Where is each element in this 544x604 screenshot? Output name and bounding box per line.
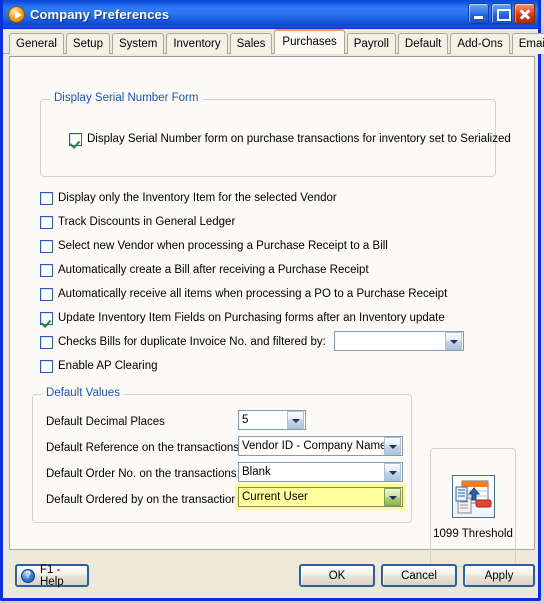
preferences-tabstrip: General Setup System Inventory Sales Pur… — [3, 29, 544, 54]
display-serial-number-form-label: Display Serial Number form on purchase t… — [87, 133, 511, 145]
company-preferences-window: Company Preferences General Setup System… — [0, 0, 544, 601]
checkbox-row-track-discounts[interactable]: Track Discounts in General Ledger — [40, 216, 235, 229]
chevron-down-icon[interactable] — [384, 463, 401, 481]
threshold-panel: 1099 Threshold — [430, 448, 516, 567]
auto-receive-all-items-checkbox[interactable] — [40, 288, 53, 301]
tab-system[interactable]: System — [111, 33, 165, 54]
apply-button[interactable]: Apply — [463, 564, 535, 587]
default-values-group-legend: Default Values — [42, 387, 124, 399]
default-order-no-label: Default Order No. on the transactions — [46, 468, 237, 480]
display-serial-number-form-checkbox[interactable] — [69, 133, 82, 146]
default-order-no-value: Blank — [242, 466, 271, 478]
check-duplicate-invoice-checkbox[interactable] — [40, 336, 53, 349]
select-new-vendor-label: Select new Vendor when processing a Purc… — [58, 240, 388, 252]
default-reference-label: Default Reference on the transactions — [46, 442, 240, 454]
default-decimal-places-label: Default Decimal Places — [46, 416, 165, 428]
checkbox-row-check-duplicate-invoice[interactable]: Checks Bills for duplicate Invoice No. a… — [40, 336, 326, 349]
tab-purchases[interactable]: Purchases — [274, 29, 345, 54]
display-only-inventory-item-checkbox[interactable] — [40, 192, 53, 205]
update-inventory-item-fields-label: Update Inventory Item Fields on Purchasi… — [58, 312, 445, 324]
window-titlebar: Company Preferences — [3, 0, 538, 29]
purchases-tab-panel: Display Serial Number Form Display Seria… — [9, 56, 535, 567]
serial-number-group-legend: Display Serial Number Form — [50, 92, 203, 104]
tab-add-ons[interactable]: Add-Ons — [450, 33, 510, 54]
auto-create-bill-label: Automatically create a Bill after receiv… — [58, 264, 369, 276]
play-circle-icon — [8, 5, 25, 23]
cancel-button-label: Cancel — [401, 569, 437, 582]
default-reference-combobox[interactable]: Vendor ID - Company Name — [238, 436, 403, 456]
checkbox-row-display-only-inventory-item[interactable]: Display only the Inventory Item for the … — [40, 192, 337, 205]
default-ordered-by-label: Default Ordered by on the transactions — [46, 494, 244, 506]
tab-setup[interactable]: Setup — [65, 33, 110, 54]
tab-email-setup[interactable]: Email Setup — [511, 33, 544, 54]
chevron-down-icon[interactable] — [287, 411, 304, 429]
chevron-down-icon[interactable] — [384, 488, 401, 506]
checkbox-row-select-new-vendor[interactable]: Select new Vendor when processing a Purc… — [40, 240, 388, 253]
form-export-icon[interactable] — [451, 475, 495, 518]
question-circle-icon: ? — [21, 568, 35, 583]
ok-button-label: OK — [328, 569, 346, 582]
tab-sales[interactable]: Sales — [229, 33, 273, 54]
window-title: Company Preferences — [30, 6, 170, 22]
display-only-inventory-item-label: Display only the Inventory Item for the … — [58, 192, 337, 204]
threshold-label: 1099 Threshold — [433, 528, 513, 540]
chevron-down-icon[interactable] — [445, 332, 462, 350]
enable-ap-clearing-checkbox[interactable] — [40, 360, 53, 373]
check-duplicate-invoice-label: Checks Bills for duplicate Invoice No. a… — [58, 336, 326, 348]
close-button[interactable] — [514, 3, 535, 24]
serial-number-groupbox: Display Serial Number Form Display Seria… — [40, 92, 511, 177]
window-controls — [468, 3, 535, 24]
checkbox-row-update-inventory-item-fields[interactable]: Update Inventory Item Fields on Purchasi… — [40, 312, 445, 325]
default-ordered-by-value: Current User — [242, 491, 308, 503]
select-new-vendor-checkbox[interactable] — [40, 240, 53, 253]
enable-ap-clearing-label: Enable AP Clearing — [58, 360, 158, 372]
chevron-down-icon[interactable] — [384, 437, 401, 455]
checkbox-row-auto-create-bill[interactable]: Automatically create a Bill after receiv… — [40, 264, 369, 277]
default-decimal-places-value: 5 — [242, 414, 249, 426]
help-button-label: F1 - Help — [40, 563, 64, 588]
form-export-glyph — [455, 480, 491, 514]
default-order-no-combobox[interactable]: Blank — [238, 462, 403, 482]
dialog-footer: ? F1 - Help OK Cancel Apply — [3, 553, 538, 598]
help-button[interactable]: ? F1 - Help — [15, 563, 89, 588]
track-discounts-label: Track Discounts in General Ledger — [58, 216, 236, 228]
cancel-button[interactable]: Cancel — [381, 564, 457, 587]
minimize-button[interactable] — [468, 3, 489, 24]
tab-general[interactable]: General — [9, 33, 64, 54]
checkbox-row-display-serial-number-form[interactable]: Display Serial Number form on purchase t… — [69, 133, 511, 146]
tab-inventory[interactable]: Inventory — [166, 33, 228, 54]
auto-receive-all-items-label: Automatically receive all items when pro… — [58, 288, 448, 300]
checkbox-row-auto-receive-all-items[interactable]: Automatically receive all items when pro… — [40, 288, 447, 301]
apply-button-label: Apply — [484, 569, 514, 582]
auto-create-bill-checkbox[interactable] — [40, 264, 53, 277]
tab-default[interactable]: Default — [397, 33, 449, 54]
checkbox-row-enable-ap-clearing[interactable]: Enable AP Clearing — [40, 360, 158, 373]
update-inventory-item-fields-checkbox[interactable] — [40, 312, 53, 325]
default-ordered-by-combobox[interactable]: Current User — [235, 484, 406, 510]
maximize-button[interactable] — [491, 3, 512, 24]
ok-button[interactable]: OK — [299, 564, 375, 587]
track-discounts-checkbox[interactable] — [40, 216, 53, 229]
default-decimal-places-combobox[interactable]: 5 — [238, 410, 306, 430]
duplicate-invoice-filter-combobox[interactable] — [334, 331, 464, 351]
default-reference-value: Vendor ID - Company Name — [242, 440, 384, 452]
tab-payroll[interactable]: Payroll — [346, 33, 396, 54]
